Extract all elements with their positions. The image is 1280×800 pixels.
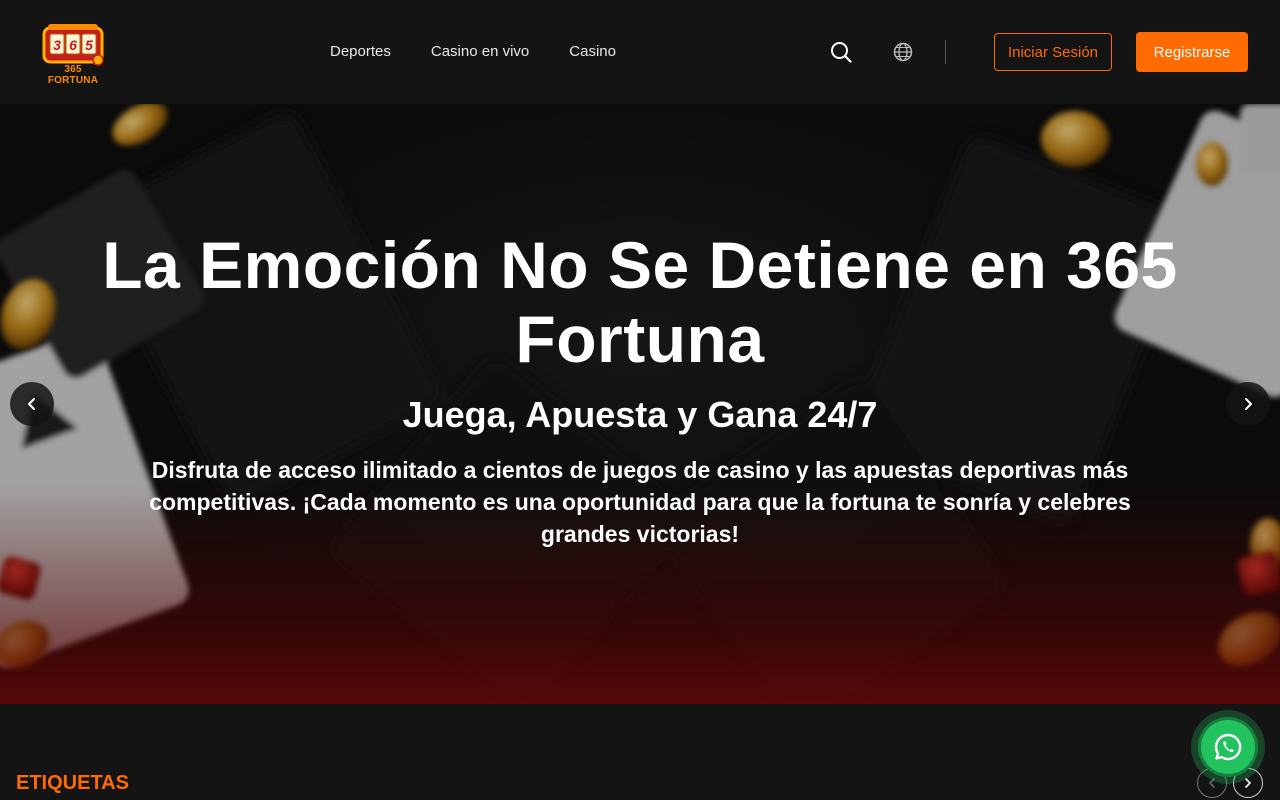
whatsapp-button-inner (1198, 717, 1258, 777)
login-button[interactable]: Iniciar Sesión (994, 33, 1112, 71)
brand-name: 365 FORTUNA (47, 64, 99, 86)
search-icon[interactable] (829, 40, 853, 64)
nav-item-deportes[interactable]: Deportes (330, 43, 391, 60)
whatsapp-icon (1214, 733, 1242, 761)
svg-text:6: 6 (69, 37, 77, 53)
globe-icon[interactable] (891, 40, 915, 64)
chevron-right-icon (1245, 398, 1252, 410)
nav-item-casino-en-vivo[interactable]: Casino en vivo (431, 43, 529, 60)
tags-heading: ETIQUETAS (16, 772, 129, 794)
nav-item-casino[interactable]: Casino (569, 43, 616, 60)
whatsapp-button[interactable] (1191, 710, 1265, 784)
hero-description: Disfruta de acceso ilimitado a cientos d… (149, 457, 1131, 547)
header-divider (945, 40, 946, 64)
svg-text:5: 5 (85, 37, 93, 53)
svg-text:3: 3 (53, 37, 61, 53)
site-header: 3 6 5 365 FORTUNA Deportes Casino en viv… (0, 0, 1280, 104)
hero-banner: La Emoción No Se Detiene en 365 Fortuna … (0, 104, 1280, 704)
main-nav: Deportes Casino en vivo Casino (330, 43, 616, 60)
hero-prev-button[interactable] (10, 382, 54, 426)
chevron-left-icon (28, 398, 35, 410)
hero-title: La Emoción No Se Detiene en 365 Fortuna (102, 228, 1178, 376)
hero-subtitle: Juega, Apuesta y Gana 24/7 (402, 394, 878, 435)
register-button[interactable]: Registrarse (1136, 32, 1248, 72)
hero-next-button[interactable] (1226, 382, 1270, 426)
